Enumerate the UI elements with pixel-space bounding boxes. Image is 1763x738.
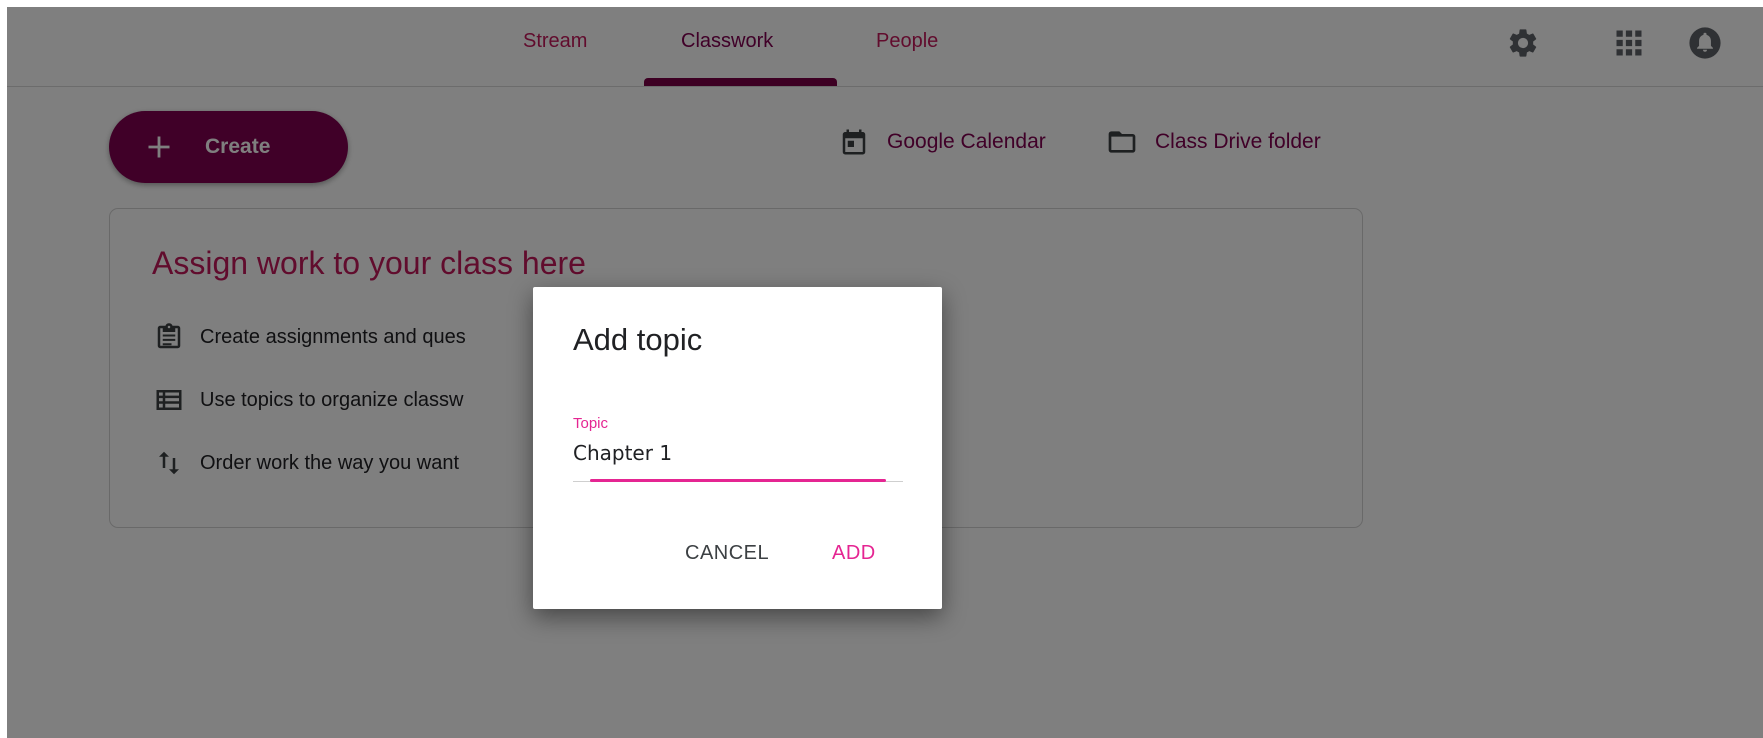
topic-input[interactable] (571, 437, 895, 469)
classroom-app: Stream Classwork People Create Google Ca… (7, 7, 1763, 738)
dialog-title: Add topic (573, 322, 703, 357)
topic-input-focus-bar (590, 479, 886, 482)
topic-field-label: Topic (573, 415, 609, 432)
cancel-button[interactable]: CANCEL (685, 535, 769, 571)
add-topic-dialog: Add topic Topic CANCEL ADD (533, 287, 942, 609)
add-button[interactable]: ADD (832, 535, 876, 571)
